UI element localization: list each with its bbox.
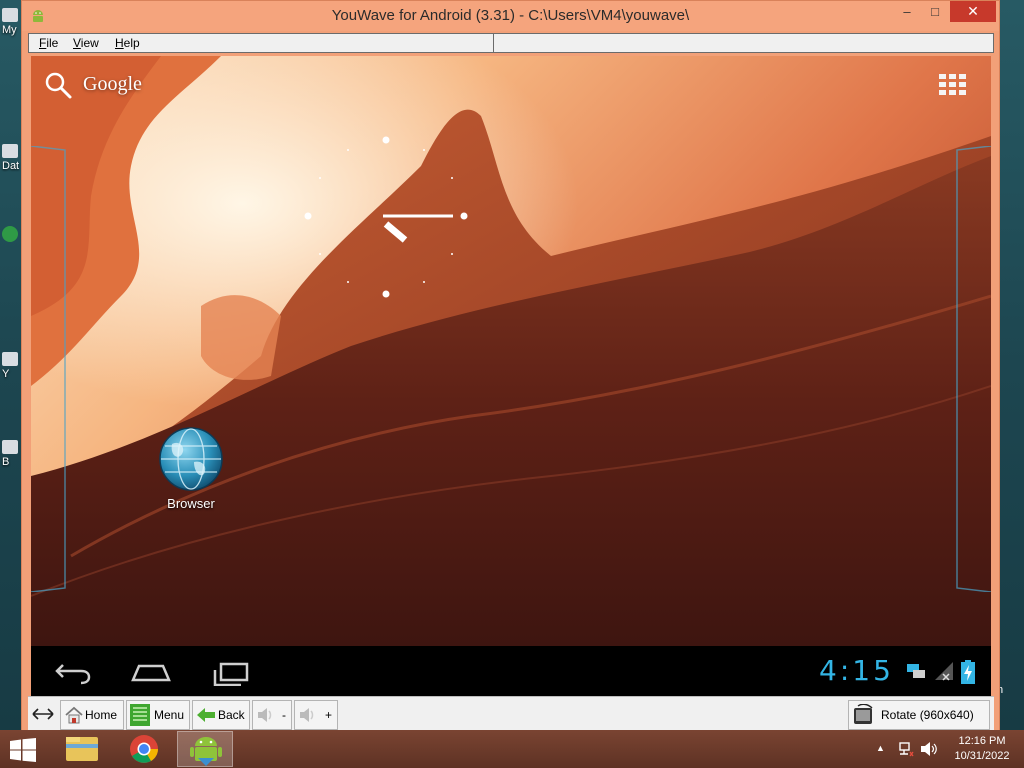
canyon-wallpaper [31,56,991,646]
desktop-icon-label: Dat [2,160,20,172]
search-icon [45,72,72,99]
app-icon [2,440,18,454]
nav-back-icon[interactable] [51,656,95,686]
menu-help[interactable]: Help [115,36,140,50]
android-screen[interactable]: Google Browser 4:15 [31,56,991,696]
nav-recent-apps-icon[interactable] [209,656,253,686]
house-icon [65,706,83,724]
signal-none-icon [935,662,953,681]
menu-button[interactable]: Menu [126,700,190,730]
file-explorer-icon [66,737,98,761]
battery-charging-icon [961,660,975,684]
speaker-icon [258,708,272,722]
app-label-browser: Browser [167,496,215,511]
maximize-button[interactable]: □ [922,1,948,22]
back-button[interactable]: Back [192,700,250,730]
volume-down-label: - [282,708,286,722]
home-button[interactable]: Home [60,700,124,730]
menu-group: File View Help [29,34,494,52]
menu-file[interactable]: File [39,36,58,50]
youwave-window: YouWave for Android (3.31) - C:\Users\VM… [21,0,1000,733]
rotate-button-label: Rotate (960x640) [881,708,974,722]
volume-down-button[interactable]: - [252,700,292,730]
computer-icon [2,8,18,22]
back-button-label: Back [218,708,245,722]
system-date: 10/31/2022 [954,750,1010,762]
all-apps-icon[interactable] [939,74,969,96]
volume-up-button[interactable]: + [294,700,338,730]
menu-view[interactable]: View [73,36,99,50]
windows-start-icon[interactable] [10,738,36,762]
document-icon [2,144,18,158]
app-icon [2,226,18,242]
taskbar-youwave[interactable] [177,731,233,767]
menu-button-label: Menu [154,708,185,722]
workspace-right-edge[interactable] [955,145,991,593]
windows-taskbar: ▲ 12:16 PM 10/31/2022 [0,730,1024,768]
taskbar-chrome[interactable] [116,731,172,767]
home-button-label: Home [85,708,118,722]
close-button[interactable]: ✕ [950,1,996,22]
window-title: YouWave for Android (3.31) - C:\Users\VM… [331,7,690,24]
browser-globe-icon [159,427,223,491]
chrome-icon [130,735,158,763]
resize-arrows-icon[interactable] [32,707,54,721]
desktop-icon[interactable]: Y [2,352,22,380]
desktop-icon[interactable]: Dat [2,144,22,172]
desktop-icon-label: Y [2,368,10,380]
system-time: 12:16 PM [958,735,1006,747]
desktop-icon[interactable]: My [2,8,22,36]
rotate-phone-icon [854,704,873,724]
browser-app-shortcut[interactable]: Browser [146,426,236,511]
network-transfer-icon [907,664,925,678]
menu-bar: File View Help [28,33,994,53]
desktop-icon[interactable] [2,226,22,244]
volume-icon[interactable] [920,741,938,757]
android-nav-bar: 4:15 [31,646,991,696]
document-icon [2,352,18,366]
workspace-left-edge[interactable] [31,145,67,593]
title-bar[interactable]: YouWave for Android (3.31) - C:\Users\VM… [22,1,999,31]
nav-home-icon[interactable] [129,656,173,686]
desktop-icon-label: B [2,456,10,468]
volume-up-label: + [325,708,333,722]
rotate-button[interactable]: Rotate (960x640) [848,700,990,730]
show-hidden-icons-button[interactable]: ▲ [876,743,885,753]
analog-clock-widget[interactable] [301,131,471,301]
taskbar-file-explorer[interactable] [54,731,110,767]
menu-list-icon [130,704,150,726]
speaker-icon [300,708,314,722]
desktop-icon[interactable]: B [2,440,22,468]
system-clock[interactable]: 12:16 PM 10/31/2022 [948,734,1016,764]
minimize-button[interactable]: – [894,1,920,22]
google-search-label: Google [83,73,142,95]
youwave-toolbar: Home Menu Back - + Rotate (960x640) [28,696,994,732]
youwave-android-icon [190,737,222,766]
desktop-icon-label: My [2,24,17,36]
network-icon[interactable] [898,741,914,757]
back-arrow-icon [197,708,215,722]
status-bar-clock[interactable]: 4:15 [819,654,894,687]
